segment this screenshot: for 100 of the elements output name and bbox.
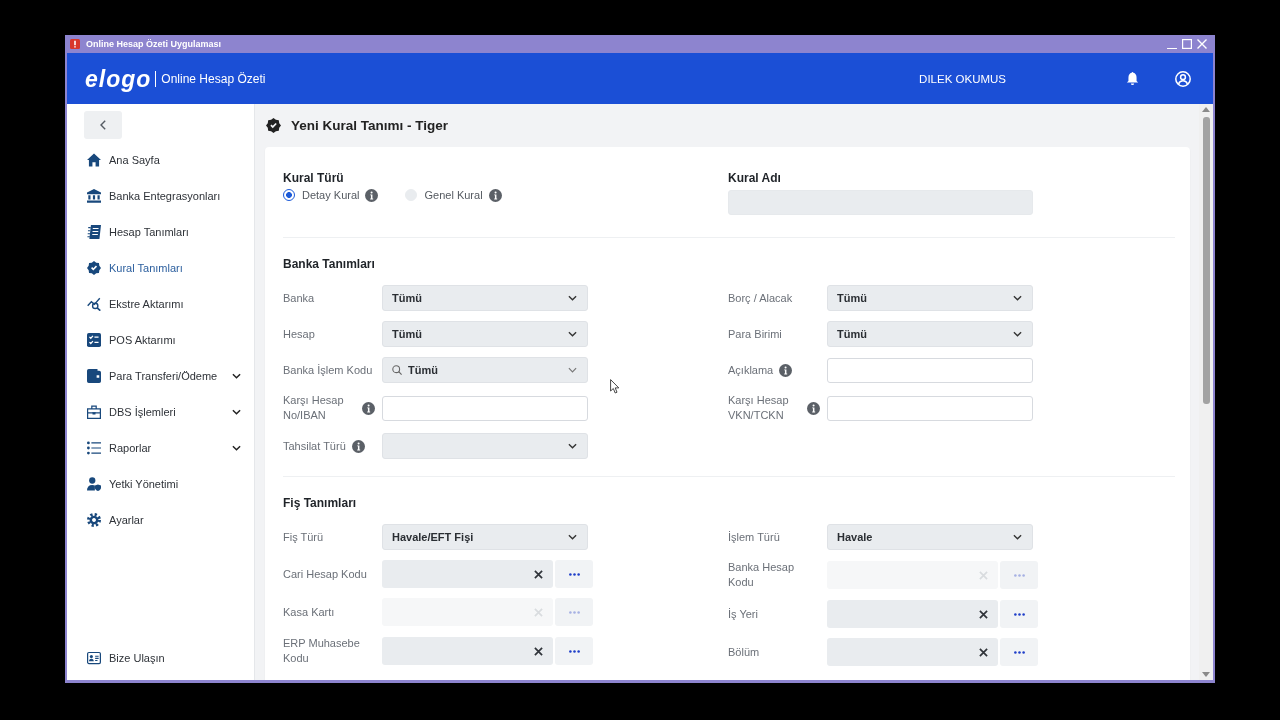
dropdown[interactable]: Havale/EFT Fişi <box>382 524 588 550</box>
mouse-pointer-icon <box>610 379 620 394</box>
list-icon <box>87 441 101 455</box>
sidebar-item[interactable]: Ayarlar <box>67 502 254 538</box>
browse-button[interactable] <box>1000 561 1038 589</box>
lookup-field[interactable] <box>382 637 553 665</box>
chevron-down-icon <box>568 331 577 337</box>
field-label: Karşı Hesap VKN/TCKN <box>728 393 790 423</box>
sidebar-item[interactable]: Kural Tanımları <box>67 250 254 286</box>
browse-button[interactable] <box>555 598 593 626</box>
collapse-button[interactable] <box>84 111 122 139</box>
chevron-down-icon <box>568 367 577 373</box>
lookup-field[interactable] <box>382 560 553 588</box>
scroll-down-icon[interactable] <box>1202 672 1210 677</box>
sidebar-item[interactable]: Banka Entegrasyonları <box>67 178 254 214</box>
field-label: Borç / Alacak <box>728 290 793 306</box>
sidebar-item[interactable]: Ekstre Aktarımı <box>67 286 254 322</box>
field-label: Karşı Hesap No/IBAN <box>283 393 345 423</box>
search-icon <box>392 365 402 375</box>
checklist-icon <box>87 333 101 347</box>
close-button[interactable] <box>1197 39 1207 49</box>
sidebar-item[interactable]: DBS İşlemleri <box>67 394 254 430</box>
contact-card-icon <box>87 651 101 665</box>
clear-icon[interactable] <box>534 646 543 656</box>
user-shield-icon <box>87 477 101 491</box>
briefcase-icon <box>87 405 101 419</box>
scrollbar-thumb[interactable] <box>1202 117 1210 404</box>
chevron-down-icon <box>568 443 577 449</box>
dropdown[interactable]: Tümü <box>382 285 588 311</box>
user-name: DILEK OKUMUS <box>919 72 1006 85</box>
info-icon[interactable] <box>365 188 379 202</box>
home-icon <box>87 153 101 167</box>
dropdown[interactable]: Tümü <box>827 285 1033 311</box>
radio-label[interactable]: Detay Kural <box>302 189 360 201</box>
ellipsis-icon <box>1013 612 1025 616</box>
field-label: ERP Muhasebe Kodu <box>283 636 361 666</box>
dropdown[interactable]: Havale <box>827 524 1033 550</box>
clear-icon[interactable] <box>979 647 988 657</box>
field-label: Para Birimi <box>728 326 782 342</box>
field-label: Banka İşlem Kodu <box>283 362 373 378</box>
logo[interactable]: elogo <box>85 66 152 91</box>
scroll-up-icon[interactable] <box>1202 107 1210 112</box>
sidebar-item[interactable]: Hesap Tanımları <box>67 214 254 250</box>
maximize-button[interactable] <box>1182 39 1192 49</box>
scrollbar[interactable] <box>1199 104 1213 680</box>
search-dropdown[interactable]: Tümü <box>382 357 588 383</box>
minimize-icon <box>1167 47 1177 49</box>
info-icon[interactable] <box>807 401 820 415</box>
info-icon[interactable] <box>488 188 502 202</box>
user-circle-icon[interactable] <box>1175 70 1191 87</box>
window-title: Online Hesap Özeti Uygulaması <box>86 39 222 49</box>
field-label: İş Yeri <box>728 606 758 622</box>
sidebar-item[interactable]: Bize Ulaşın <box>67 640 254 676</box>
input-field[interactable] <box>382 395 588 421</box>
chevron-down-icon <box>232 445 241 451</box>
dropdown[interactable]: Tümü <box>827 321 1033 347</box>
sidebar-item[interactable]: Para Transferi/Ödeme <box>67 358 254 394</box>
browse-button[interactable] <box>1000 638 1038 666</box>
badge-check-icon <box>87 261 101 275</box>
app-icon <box>70 39 80 49</box>
field-label: İşlem Türü <box>728 529 780 545</box>
input-field[interactable] <box>827 357 1033 383</box>
browse-button[interactable] <box>555 637 593 665</box>
info-icon[interactable] <box>351 439 365 453</box>
sidebar-item[interactable]: POS Aktarımı <box>67 322 254 358</box>
bank-icon <box>87 189 101 203</box>
info-icon[interactable] <box>362 401 375 415</box>
chevron-down-icon <box>568 534 577 540</box>
field-label: Bölüm <box>728 644 760 660</box>
sidebar-item[interactable]: Ana Sayfa <box>67 142 254 178</box>
info-icon[interactable] <box>779 363 793 377</box>
input-field[interactable] <box>728 190 1033 215</box>
chevron-down-icon <box>232 373 241 379</box>
browse-button[interactable] <box>555 560 593 588</box>
chevron-down-icon <box>568 295 577 301</box>
ellipsis-icon <box>1013 573 1025 577</box>
section-title: Banka Tanımları <box>283 257 376 272</box>
radio-button[interactable] <box>283 189 295 201</box>
notebook-icon <box>87 225 101 239</box>
bell-icon[interactable] <box>1126 72 1139 85</box>
field-label: Kural Adı <box>728 171 782 186</box>
dropdown[interactable] <box>382 433 588 459</box>
wallet-icon <box>87 369 101 383</box>
sidebar-item[interactable]: Yetki Yönetimi <box>67 466 254 502</box>
field-label: Hesap <box>283 326 315 342</box>
sidebar-item[interactable]: Raporlar <box>67 430 254 466</box>
dropdown[interactable]: Tümü <box>382 321 588 347</box>
field-label: Tahsilat Türü <box>283 438 346 454</box>
input-field[interactable] <box>827 395 1033 421</box>
clear-icon[interactable] <box>534 569 543 579</box>
radio-label[interactable]: Genel Kural <box>424 189 483 201</box>
lookup-field[interactable] <box>827 638 998 666</box>
clear-icon[interactable] <box>979 609 988 619</box>
section-title: Fiş Tanımları <box>283 496 358 511</box>
chevron-down-icon <box>232 409 241 415</box>
browse-button[interactable] <box>1000 600 1038 628</box>
ellipsis-icon <box>568 649 580 653</box>
close-icon <box>1197 39 1207 49</box>
lookup-field[interactable] <box>827 600 998 628</box>
page-title: Yeni Kural Tanımı - Tiger <box>291 118 449 133</box>
